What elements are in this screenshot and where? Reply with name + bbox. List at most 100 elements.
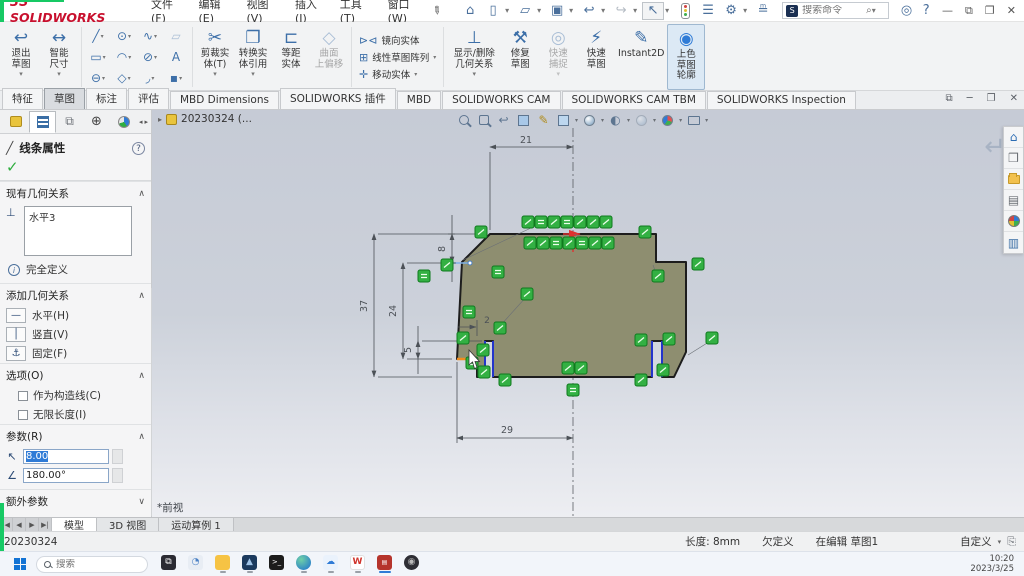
relation-badge-icon[interactable] <box>475 226 487 238</box>
relation-badge-icon[interactable] <box>602 237 614 249</box>
panel-help-icon[interactable]: ? <box>132 142 145 155</box>
tab-next-button[interactable] <box>26 518 39 531</box>
quick-sketch-button[interactable]: 快速 草图 <box>577 24 615 90</box>
relation-badge-icon[interactable] <box>537 237 549 249</box>
doc-minimize-icon[interactable] <box>967 93 973 104</box>
options-header[interactable]: 选项(O) <box>0 363 151 386</box>
relation-badge-icon[interactable] <box>635 374 647 386</box>
trim-entities-button[interactable]: 剪裁实 体(T) <box>196 24 234 90</box>
configuration-manager-tab[interactable] <box>56 111 83 133</box>
polygon-tool[interactable] <box>111 68 137 89</box>
settings-gear-button[interactable] <box>720 2 742 20</box>
taskbar-search-input[interactable] <box>56 559 126 570</box>
graphics-viewport[interactable]: 20230324 (... <box>152 110 1024 517</box>
linear-pattern-button[interactable]: 线性草图阵列 <box>359 50 436 64</box>
relation-badge-icon[interactable] <box>441 259 453 271</box>
parameters-header[interactable]: 参数(R) <box>0 424 151 447</box>
task-view-button[interactable] <box>160 555 177 574</box>
start-button[interactable] <box>14 558 26 570</box>
file-explorer-button[interactable] <box>214 555 231 574</box>
undo-button[interactable] <box>578 2 600 20</box>
redo-dropdown[interactable] <box>633 6 641 15</box>
open-button[interactable] <box>514 2 536 20</box>
confirm-checkmark-icon[interactable] <box>0 158 151 181</box>
relation-badge-icon[interactable] <box>600 216 612 228</box>
file-properties-button[interactable] <box>752 2 774 20</box>
collapse-chevron-icon[interactable] <box>138 432 145 442</box>
spline-tool[interactable] <box>137 26 163 47</box>
display-relations-button[interactable]: 显示/删除 几何关系 <box>447 24 501 90</box>
rectangle-tool[interactable] <box>85 47 111 68</box>
add-horizontal-row[interactable]: 水平(H) <box>0 306 151 325</box>
relation-badge-icon[interactable] <box>535 216 547 228</box>
arc-tool[interactable] <box>111 47 137 68</box>
redo-button[interactable] <box>610 2 632 20</box>
tab-mbd-dimensions[interactable]: MBD Dimensions <box>170 91 279 109</box>
fillet-tool[interactable] <box>137 68 163 89</box>
smart-dimension-button[interactable]: 智能 尺寸 <box>40 24 78 90</box>
dimension-label[interactable]: 8 <box>437 246 448 252</box>
repair-sketch-button[interactable]: 修复 草图 <box>501 24 539 90</box>
checkbox-icon[interactable] <box>18 391 28 401</box>
relation-badge-icon[interactable] <box>589 237 601 249</box>
relation-badge-icon[interactable] <box>576 237 588 249</box>
point-tool[interactable] <box>163 68 189 89</box>
relation-badge-icon[interactable] <box>548 216 560 228</box>
checkbox-icon[interactable] <box>18 410 28 420</box>
dimension-37[interactable] <box>374 234 455 377</box>
length-field[interactable]: 8.00 <box>23 449 109 464</box>
instant2d-button[interactable]: Instant2D <box>615 24 667 90</box>
relation-badge-icon[interactable] <box>561 216 573 228</box>
tab-cam[interactable]: SOLIDWORKS CAM <box>442 91 560 109</box>
taskbar-search[interactable] <box>36 556 148 573</box>
construction-line-option[interactable]: 作为构造线(C) <box>0 386 151 405</box>
relation-badge-icon[interactable] <box>457 332 469 344</box>
relation-badge-icon[interactable] <box>478 366 490 378</box>
tab-markup[interactable]: 标注 <box>86 88 127 109</box>
account-button[interactable] <box>897 2 917 20</box>
move-entities-button[interactable]: 移动实体 <box>359 67 436 81</box>
relation-badge-icon[interactable] <box>635 334 647 346</box>
terminal-button[interactable] <box>268 555 285 574</box>
tab-last-button[interactable] <box>39 518 52 531</box>
exit-sketch-button[interactable]: 退出 草图 <box>2 24 40 90</box>
3d-views-tab[interactable]: 3D 视图 <box>97 518 159 531</box>
relation-badge-icon[interactable] <box>550 237 562 249</box>
relation-badge-icon[interactable] <box>706 332 718 344</box>
maximize-button[interactable] <box>985 4 995 17</box>
tab-cam-tbm[interactable]: SOLIDWORKS CAM TBM <box>562 91 706 109</box>
tab-mbd[interactable]: MBD <box>397 91 441 109</box>
dimension-label[interactable]: 2 <box>484 316 490 326</box>
dimxpert-manager-tab[interactable] <box>83 111 110 133</box>
line-tool[interactable] <box>85 26 111 47</box>
expand-chevron-icon[interactable] <box>138 497 145 507</box>
add-vertical-row[interactable]: 竖直(V) <box>0 325 151 344</box>
relation-badge-icon[interactable] <box>652 270 664 282</box>
taskbar-clock[interactable]: 10:20 2023/3/25 <box>970 554 1014 574</box>
restore-button[interactable] <box>965 4 973 18</box>
existing-relations-header[interactable]: 现有几何关系 <box>0 181 151 204</box>
settings-dropdown[interactable] <box>743 6 751 15</box>
relation-badge-icon[interactable] <box>521 288 533 300</box>
model-tab[interactable]: 模型 <box>52 518 97 531</box>
relation-badge-icon[interactable] <box>657 364 669 376</box>
solidworks-app-button[interactable] <box>376 555 393 574</box>
dimension-label[interactable]: 21 <box>520 135 532 146</box>
close-button[interactable] <box>1007 4 1016 17</box>
photos-app-button[interactable] <box>241 555 258 574</box>
doc-restore-icon[interactable] <box>945 93 952 104</box>
infinite-length-option[interactable]: 无限长度(I) <box>0 405 151 424</box>
collapse-chevron-icon[interactable] <box>138 371 145 381</box>
convert-entities-button[interactable]: 转换实 体引用 <box>234 24 272 90</box>
status-edit-icon[interactable] <box>1007 535 1016 549</box>
collapse-chevron-icon[interactable] <box>138 291 145 301</box>
home-button[interactable] <box>459 2 481 20</box>
circle-tool[interactable] <box>111 26 137 47</box>
search-dropdown[interactable] <box>872 6 880 15</box>
command-search-input[interactable] <box>802 5 866 16</box>
select-dropdown[interactable] <box>665 6 673 15</box>
relation-badge-icon[interactable] <box>575 362 587 374</box>
relation-badge-icon[interactable] <box>499 374 511 386</box>
relation-badge-icon[interactable] <box>524 237 536 249</box>
cloud-drive-button[interactable] <box>322 555 339 574</box>
